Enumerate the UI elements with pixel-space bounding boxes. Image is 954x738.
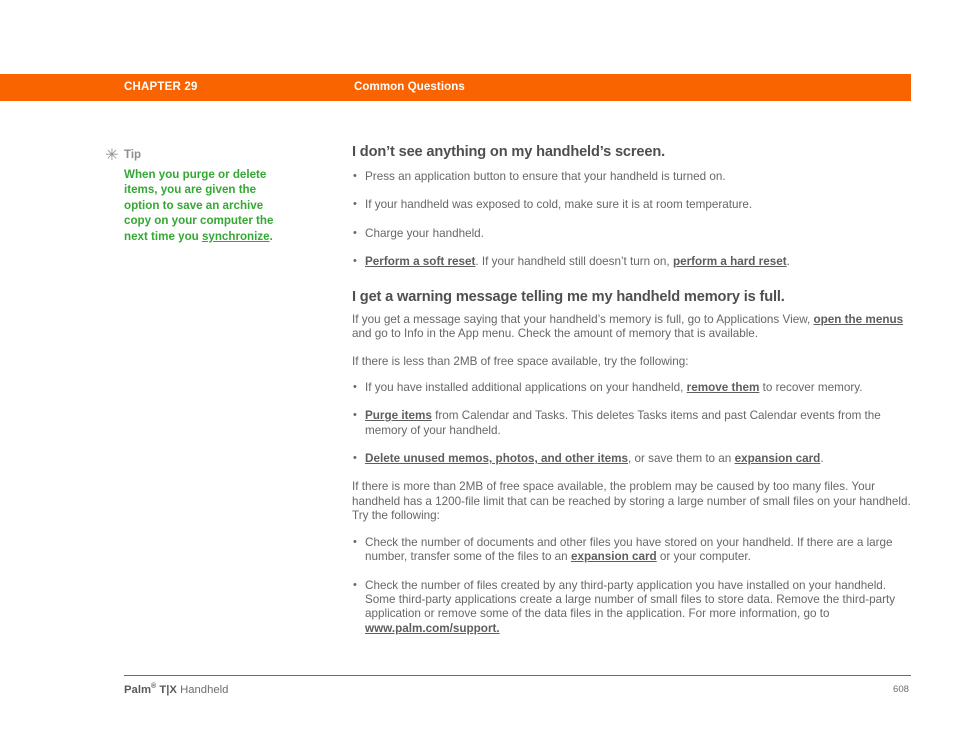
- tip-body-text: When you purge or delete items, you are …: [124, 167, 276, 244]
- text-run: If you have installed additional applica…: [365, 380, 687, 394]
- inline-link[interactable]: remove them: [687, 381, 760, 394]
- list-item: Press an application button to ensure th…: [352, 169, 914, 184]
- text-run: If you get a message saying that your ha…: [352, 312, 814, 326]
- inline-link[interactable]: expansion card: [571, 550, 657, 563]
- text-run: Check the number of files created by any…: [365, 578, 896, 621]
- less-than-2mb-paragraph: If there is less than 2MB of free space …: [352, 355, 914, 369]
- list-item: Check the number of documents and other …: [352, 535, 914, 565]
- tip-label: Tip: [124, 149, 142, 161]
- header-chapter-label: CHAPTER 29: [124, 81, 198, 93]
- footer-product-name: Handheld: [180, 683, 229, 696]
- tip-body-suffix: .: [269, 229, 273, 243]
- question-heading-2: I get a warning message telling me my ha…: [352, 288, 785, 305]
- tip-header-row: ✳ Tip: [105, 145, 275, 165]
- answer-list-1: Press an application button to ensure th…: [352, 169, 914, 270]
- text-run: to recover memory.: [759, 380, 863, 394]
- text-run: If there is less than 2MB of free space …: [352, 355, 689, 369]
- text-run: and go to Info in the App menu. Check th…: [352, 327, 759, 341]
- inline-link[interactable]: www.palm.com/support.: [365, 622, 500, 635]
- list-item: If your handheld was exposed to cold, ma…: [352, 197, 914, 212]
- text-run: If your handheld was exposed to cold, ma…: [365, 198, 753, 212]
- list-item: If you have installed additional applica…: [352, 380, 914, 395]
- tip-callout: ✳ Tip When you purge or delete items, yo…: [105, 145, 276, 244]
- asterisk-icon: ✳: [105, 145, 119, 164]
- text-run: Press an application button to ensure th…: [365, 170, 726, 183]
- text-run: or your computer.: [656, 550, 751, 564]
- inline-link[interactable]: Purge items: [365, 409, 432, 422]
- text-run: from Calendar and Tasks. This deletes Ta…: [365, 409, 881, 437]
- answer-list-3: Check the number of documents and other …: [352, 535, 914, 637]
- footer-model-name: T|X: [159, 683, 177, 696]
- text-run: .: [820, 452, 824, 466]
- footer-product-label: Palm® T|X Handheld: [124, 683, 228, 696]
- footer-page-number: 608: [893, 684, 910, 695]
- answer-list-2: If you have installed additional applica…: [352, 380, 914, 467]
- question-heading-1: I don’t see anything on my handheld’s sc…: [352, 144, 666, 160]
- header-section-title: Common Questions: [354, 81, 465, 93]
- inline-link[interactable]: perform a hard reset: [673, 255, 787, 268]
- text-run: If there is more than 2MB of free space …: [352, 480, 911, 523]
- list-item: Perform a soft reset. If your handheld s…: [352, 254, 914, 269]
- tip-synchronize-link[interactable]: synchronize: [202, 230, 270, 243]
- memory-full-intro-paragraph: If you get a message saying that your ha…: [352, 313, 914, 342]
- list-item: Purge items from Calendar and Tasks. Thi…: [352, 408, 914, 438]
- text-run: Charge your handheld.: [365, 226, 484, 240]
- inline-link[interactable]: expansion card: [735, 452, 821, 465]
- text-run: , or save them to an: [628, 452, 735, 466]
- inline-link[interactable]: open the menus: [813, 313, 903, 326]
- list-item: Delete unused memos, photos, and other i…: [352, 451, 914, 466]
- footer-divider: [124, 675, 911, 676]
- main-content-column: I don’t see anything on my handheld’s sc…: [352, 144, 914, 636]
- more-than-2mb-paragraph: If there is more than 2MB of free space …: [352, 480, 914, 523]
- text-run: .: [786, 255, 790, 269]
- list-item: Check the number of files created by any…: [352, 578, 914, 637]
- footer-brand: Palm: [124, 683, 152, 696]
- list-item: Charge your handheld.: [352, 226, 914, 241]
- text-run: . If your handheld still doesn’t turn on…: [475, 255, 673, 269]
- inline-link[interactable]: Perform a soft reset: [365, 255, 475, 268]
- inline-link[interactable]: Delete unused memos, photos, and other i…: [365, 452, 628, 465]
